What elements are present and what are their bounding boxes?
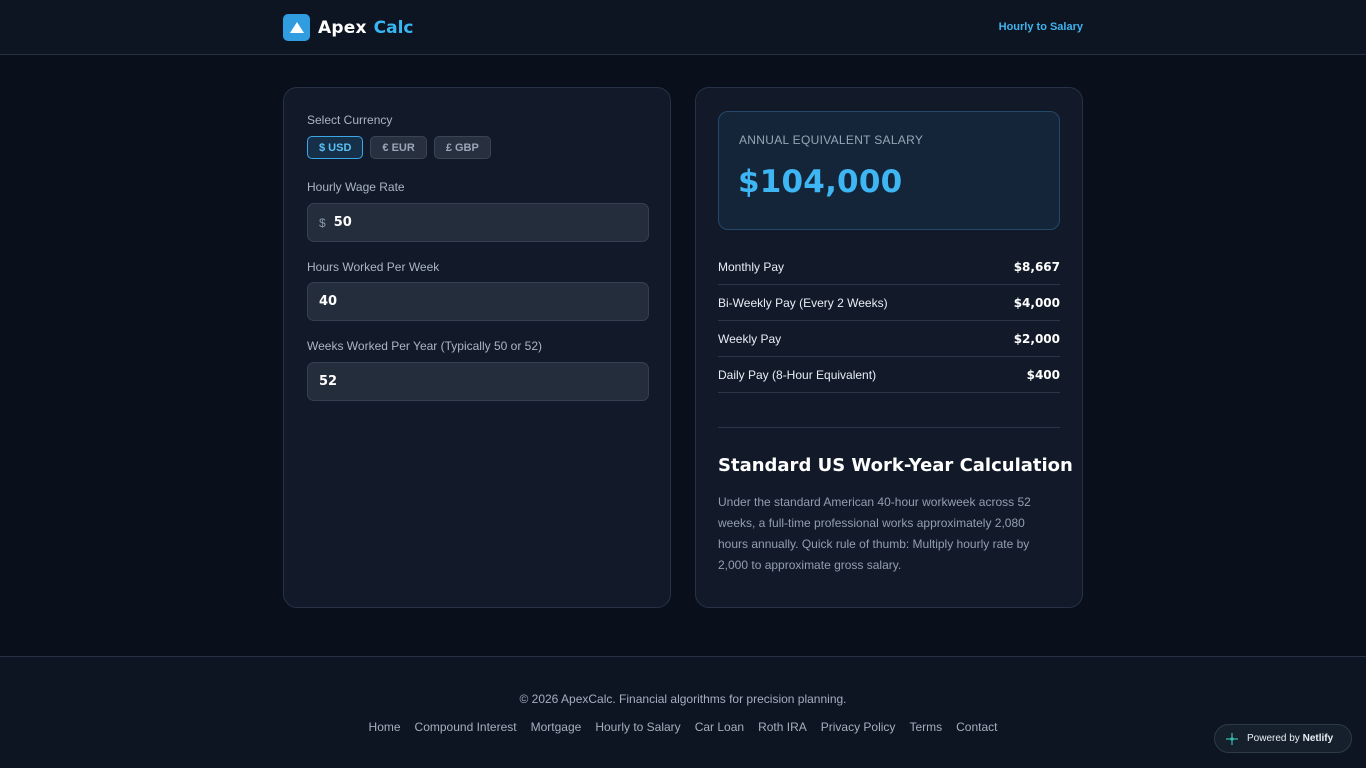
footer-links: Home Compound Interest Mortgage Hourly t… bbox=[0, 720, 1366, 734]
pay-row-label: Bi-Weekly Pay (Every 2 Weeks) bbox=[718, 295, 888, 310]
netlify-icon bbox=[1226, 732, 1238, 745]
weeks-per-year-value: 52 bbox=[319, 374, 338, 389]
brand-name: Apex bbox=[318, 17, 367, 38]
pay-row-value: $400 bbox=[1026, 367, 1060, 382]
section-divider bbox=[718, 427, 1060, 428]
copyright-text: © 2026 ApexCalc. Financial algorithms fo… bbox=[519, 692, 847, 706]
pay-row-weekly: Weekly Pay $2,000 bbox=[718, 321, 1060, 357]
footer-link-compound-interest[interactable]: Compound Interest bbox=[415, 720, 517, 734]
top-header: Apex Calc Hourly to Salary bbox=[0, 0, 1366, 55]
weeks-per-year-input[interactable]: 52 bbox=[307, 362, 649, 401]
brand-logo-link[interactable]: Apex Calc bbox=[283, 14, 413, 41]
footer-link-car-loan[interactable]: Car Loan bbox=[695, 720, 744, 734]
pay-row-label: Monthly Pay bbox=[718, 260, 785, 274]
pay-row-value: $2,000 bbox=[1013, 331, 1060, 346]
info-title: Standard US Work-Year Calculation bbox=[718, 455, 1073, 476]
pay-row-label: Weekly Pay bbox=[718, 331, 782, 346]
input-card: Select Currency $ USD € EUR £ GBP Hourly… bbox=[283, 87, 671, 608]
footer-link-hourly-to-salary[interactable]: Hourly to Salary bbox=[595, 720, 680, 734]
footer-link-mortgage[interactable]: Mortgage bbox=[531, 720, 582, 734]
pay-row-value: $8,667 bbox=[1013, 260, 1060, 274]
brand-accent: Calc bbox=[373, 17, 414, 38]
pay-row-daily: Daily Pay (8-Hour Equivalent) $400 bbox=[718, 357, 1060, 393]
pay-breakdown-list: Monthly Pay $8,667 Bi-Weekly Pay (Every … bbox=[718, 250, 1060, 393]
annual-salary-panel: ANNUAL EQUIVALENT SALARY $104,000 bbox=[718, 111, 1060, 230]
currency-gbp-button[interactable]: £ GBP bbox=[433, 136, 491, 159]
pay-row-label: Daily Pay (8-Hour Equivalent) bbox=[718, 367, 877, 382]
footer-link-terms[interactable]: Terms bbox=[909, 720, 942, 734]
hours-per-week-input[interactable]: 40 bbox=[307, 282, 649, 321]
hours-per-week-label: Hours Worked Per Week bbox=[307, 260, 440, 274]
triangle-logo-icon bbox=[283, 14, 310, 41]
pay-row-monthly: Monthly Pay $8,667 bbox=[718, 250, 1060, 285]
info-text: Under the standard American 40-hour work… bbox=[718, 495, 1031, 572]
hourly-wage-label: Hourly Wage Rate bbox=[307, 180, 405, 194]
netlify-badge[interactable]: Powered by Netlify bbox=[1214, 724, 1352, 753]
results-card: ANNUAL EQUIVALENT SALARY $104,000 Monthl… bbox=[695, 87, 1083, 608]
footer-link-privacy-policy[interactable]: Privacy Policy bbox=[821, 720, 896, 734]
annual-salary-label: ANNUAL EQUIVALENT SALARY bbox=[739, 133, 924, 147]
hours-per-week-value: 40 bbox=[319, 294, 338, 309]
netlify-text: Powered by Netlify bbox=[1247, 733, 1333, 744]
weeks-per-year-label: Weeks Worked Per Year (Typically 50 or 5… bbox=[307, 339, 542, 353]
pay-row-biweekly: Bi-Weekly Pay (Every 2 Weeks) $4,000 bbox=[718, 285, 1060, 321]
hourly-wage-input[interactable]: $ 50 bbox=[307, 203, 649, 242]
pay-row-value: $4,000 bbox=[1013, 295, 1060, 310]
currency-eur-button[interactable]: € EUR bbox=[370, 136, 427, 159]
currency-selector: $ USD € EUR £ GBP bbox=[307, 136, 491, 159]
currency-usd-button[interactable]: $ USD bbox=[307, 136, 364, 159]
hourly-wage-value: 50 bbox=[333, 215, 352, 230]
currency-label: Select Currency bbox=[307, 113, 393, 127]
dollar-prefix: $ bbox=[319, 215, 326, 230]
netlify-prefix: Powered by bbox=[1247, 733, 1300, 744]
page-footer: © 2026 ApexCalc. Financial algorithms fo… bbox=[0, 656, 1366, 768]
nav-hourly-to-salary-link[interactable]: Hourly to Salary bbox=[999, 21, 1083, 33]
footer-link-roth-ira[interactable]: Roth IRA bbox=[758, 720, 807, 734]
annual-salary-value: $104,000 bbox=[738, 164, 903, 200]
netlify-name: Netlify bbox=[1302, 733, 1334, 744]
footer-link-contact[interactable]: Contact bbox=[956, 720, 997, 734]
footer-link-home[interactable]: Home bbox=[369, 720, 401, 734]
